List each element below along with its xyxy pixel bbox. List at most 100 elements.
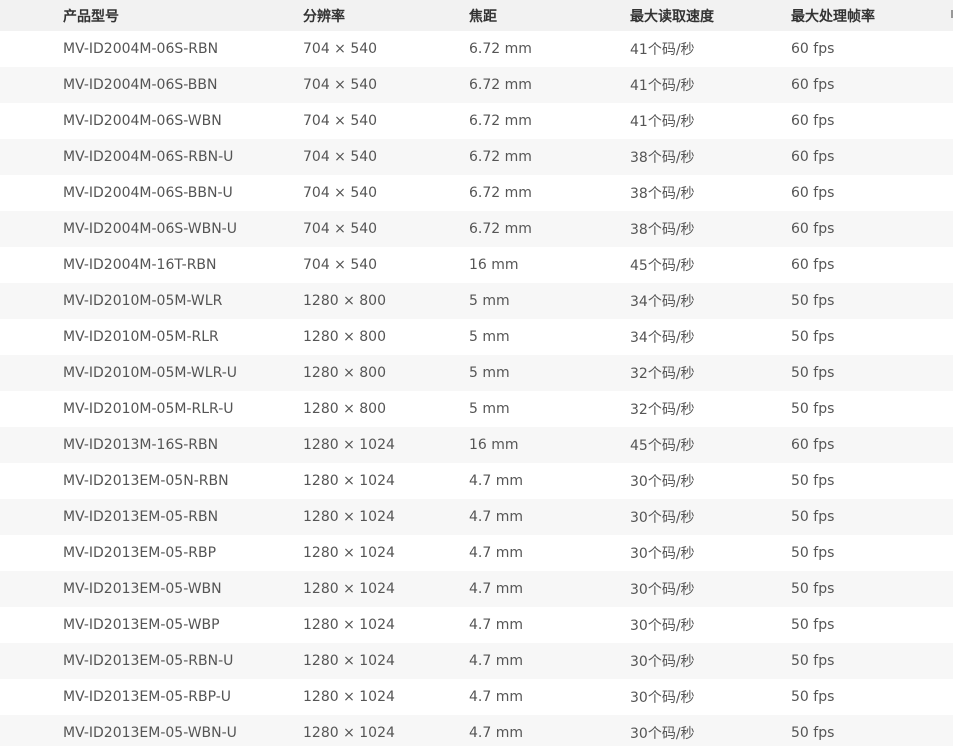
cell-model: MV-ID2004M-06S-RBN-U [63, 149, 234, 165]
cell-frame-rate: 60 fps [791, 257, 835, 273]
table-row: MV-ID2013M-16S-RBN 1280 × 1024 16 mm 45个码/秒… [0, 427, 953, 463]
table-row: MV-ID2013EM-05-RBN-U 1280 × 1024 4.7 mm 30个… [0, 643, 953, 679]
table-row: MV-ID2004M-06S-BBN-U 704 × 540 6.72 mm 38个码… [0, 175, 953, 211]
cell-frame-rate: 60 fps [791, 41, 835, 57]
cell-model: MV-ID2004M-16T-RBN [63, 257, 217, 273]
cell-frame-rate: 50 fps [791, 545, 835, 561]
cell-resolution: 1280 × 1024 [303, 509, 395, 525]
cell-read-speed: 45个码/秒 [630, 258, 695, 274]
cell-model: MV-ID2004M-06S-WBN [63, 113, 222, 129]
cell-resolution: 704 × 540 [303, 41, 378, 57]
product-spec-table: 产品型号 分辨率 焦距 最大读取速度 最大处理帧率 MV-ID2004M-06S… [0, 0, 953, 746]
cell-read-speed: 34个码/秒 [630, 330, 695, 346]
cell-model: MV-ID2010M-05M-RLR-U [63, 401, 234, 417]
cell-focal-length: 5 mm [469, 401, 510, 417]
cell-resolution: 1280 × 1024 [303, 581, 395, 597]
cell-focal-length: 6.72 mm [469, 41, 532, 57]
cell-model: MV-ID2013EM-05-WBN [63, 581, 222, 597]
cell-frame-rate: 50 fps [791, 617, 835, 633]
table-row: MV-ID2013EM-05-RBP-U 1280 × 1024 4.7 mm 30个… [0, 679, 953, 715]
cell-resolution: 1280 × 1024 [303, 725, 395, 741]
cell-model: MV-ID2004M-06S-BBN [63, 77, 218, 93]
header-frame-rate: 最大处理帧率 [791, 8, 875, 25]
cell-focal-length: 4.7 mm [469, 725, 523, 741]
cell-model: MV-ID2013EM-05-WBP [63, 617, 220, 633]
cell-read-speed: 30个码/秒 [630, 582, 695, 598]
table-row: MV-ID2013EM-05-RBN 1280 × 1024 4.7 mm 30个码/… [0, 499, 953, 535]
cell-read-speed: 41个码/秒 [630, 78, 695, 94]
cell-resolution: 1280 × 1024 [303, 473, 395, 489]
cell-resolution: 1280 × 1024 [303, 653, 395, 669]
cell-focal-length: 16 mm [469, 437, 519, 453]
cell-read-speed: 38个码/秒 [630, 222, 695, 238]
table-row: MV-ID2013EM-05-WBP 1280 × 1024 4.7 mm 30个码/… [0, 607, 953, 643]
cell-focal-length: 6.72 mm [469, 77, 532, 93]
cell-frame-rate: 50 fps [791, 653, 835, 669]
cell-resolution: 704 × 540 [303, 113, 378, 129]
cell-model: MV-ID2004M-06S-BBN-U [63, 185, 233, 201]
cell-frame-rate: 60 fps [791, 221, 835, 237]
cell-read-speed: 30个码/秒 [630, 510, 695, 526]
cell-focal-length: 4.7 mm [469, 581, 523, 597]
cell-model: MV-ID2013EM-05N-RBN [63, 473, 229, 489]
cell-resolution: 1280 × 800 [303, 293, 386, 309]
header-read-speed: 最大读取速度 [630, 8, 714, 25]
cell-read-speed: 30个码/秒 [630, 726, 695, 742]
cell-frame-rate: 50 fps [791, 293, 835, 309]
table-row: MV-ID2013EM-05-RBP 1280 × 1024 4.7 mm 30个码/… [0, 535, 953, 571]
cell-frame-rate: 50 fps [791, 473, 835, 489]
cell-resolution: 704 × 540 [303, 149, 378, 165]
cell-frame-rate: 50 fps [791, 401, 835, 417]
cell-read-speed: 30个码/秒 [630, 546, 695, 562]
cell-resolution: 1280 × 800 [303, 401, 386, 417]
cell-frame-rate: 50 fps [791, 509, 835, 525]
table-row: MV-ID2013EM-05-WBN-U 1280 × 1024 4.7 mm 30个… [0, 715, 953, 746]
cell-focal-length: 6.72 mm [469, 221, 532, 237]
cell-focal-length: 6.72 mm [469, 149, 532, 165]
cell-model: MV-ID2004M-06S-WBN-U [63, 221, 237, 237]
cell-resolution: 1280 × 1024 [303, 689, 395, 705]
cell-read-speed: 30个码/秒 [630, 654, 695, 670]
header-model: 产品型号 [63, 8, 119, 25]
cell-model: MV-ID2013EM-05-WBN-U [63, 725, 237, 741]
cell-focal-length: 5 mm [469, 329, 510, 345]
cell-frame-rate: 50 fps [791, 581, 835, 597]
cell-read-speed: 34个码/秒 [630, 294, 695, 310]
cell-model: MV-ID2004M-06S-RBN [63, 41, 219, 57]
cell-model: MV-ID2013M-16S-RBN [63, 437, 219, 453]
table-row: MV-ID2004M-06S-WBN 704 × 540 6.72 mm 41个码/秒… [0, 103, 953, 139]
cell-frame-rate: 60 fps [791, 113, 835, 129]
cell-model: MV-ID2010M-05M-RLR [63, 329, 219, 345]
cell-resolution: 704 × 540 [303, 221, 378, 237]
table-header: 产品型号 分辨率 焦距 最大读取速度 最大处理帧率 [0, 0, 953, 31]
cell-read-speed: 30个码/秒 [630, 690, 695, 706]
table-row: MV-ID2013EM-05-WBN 1280 × 1024 4.7 mm 30个码/… [0, 571, 953, 607]
cell-resolution: 1280 × 800 [303, 329, 386, 345]
cell-focal-length: 16 mm [469, 257, 519, 273]
table-row: MV-ID2010M-05M-WLR-U 1280 × 800 5 mm 32个码/秒… [0, 355, 953, 391]
cell-frame-rate: 60 fps [791, 77, 835, 93]
table-row: MV-ID2010M-05M-RLR 1280 × 800 5 mm 34个码/秒 50… [0, 319, 953, 355]
table-body: MV-ID2004M-06S-RBN 704 × 540 6.72 mm 41个码/秒… [0, 31, 953, 746]
cell-model: MV-ID2013EM-05-RBP-U [63, 689, 232, 705]
cell-resolution: 704 × 540 [303, 257, 378, 273]
cell-frame-rate: 60 fps [791, 437, 835, 453]
cell-model: MV-ID2010M-05M-WLR [63, 293, 223, 309]
cell-read-speed: 32个码/秒 [630, 366, 695, 382]
cell-focal-length: 5 mm [469, 293, 510, 309]
cell-focal-length: 6.72 mm [469, 113, 532, 129]
cell-focal-length: 6.72 mm [469, 185, 532, 201]
cell-resolution: 1280 × 800 [303, 365, 386, 381]
cell-resolution: 1280 × 1024 [303, 437, 395, 453]
table-row: MV-ID2004M-06S-RBN-U 704 × 540 6.72 mm 38个码… [0, 139, 953, 175]
cell-focal-length: 5 mm [469, 365, 510, 381]
cell-resolution: 704 × 540 [303, 185, 378, 201]
cell-read-speed: 38个码/秒 [630, 186, 695, 202]
table-row: MV-ID2004M-06S-BBN 704 × 540 6.72 mm 41个码/秒… [0, 67, 953, 103]
cell-read-speed: 45个码/秒 [630, 438, 695, 454]
cell-focal-length: 4.7 mm [469, 617, 523, 633]
cell-read-speed: 32个码/秒 [630, 402, 695, 418]
cell-read-speed: 41个码/秒 [630, 42, 695, 58]
cell-read-speed: 30个码/秒 [630, 474, 695, 490]
cell-read-speed: 41个码/秒 [630, 114, 695, 130]
